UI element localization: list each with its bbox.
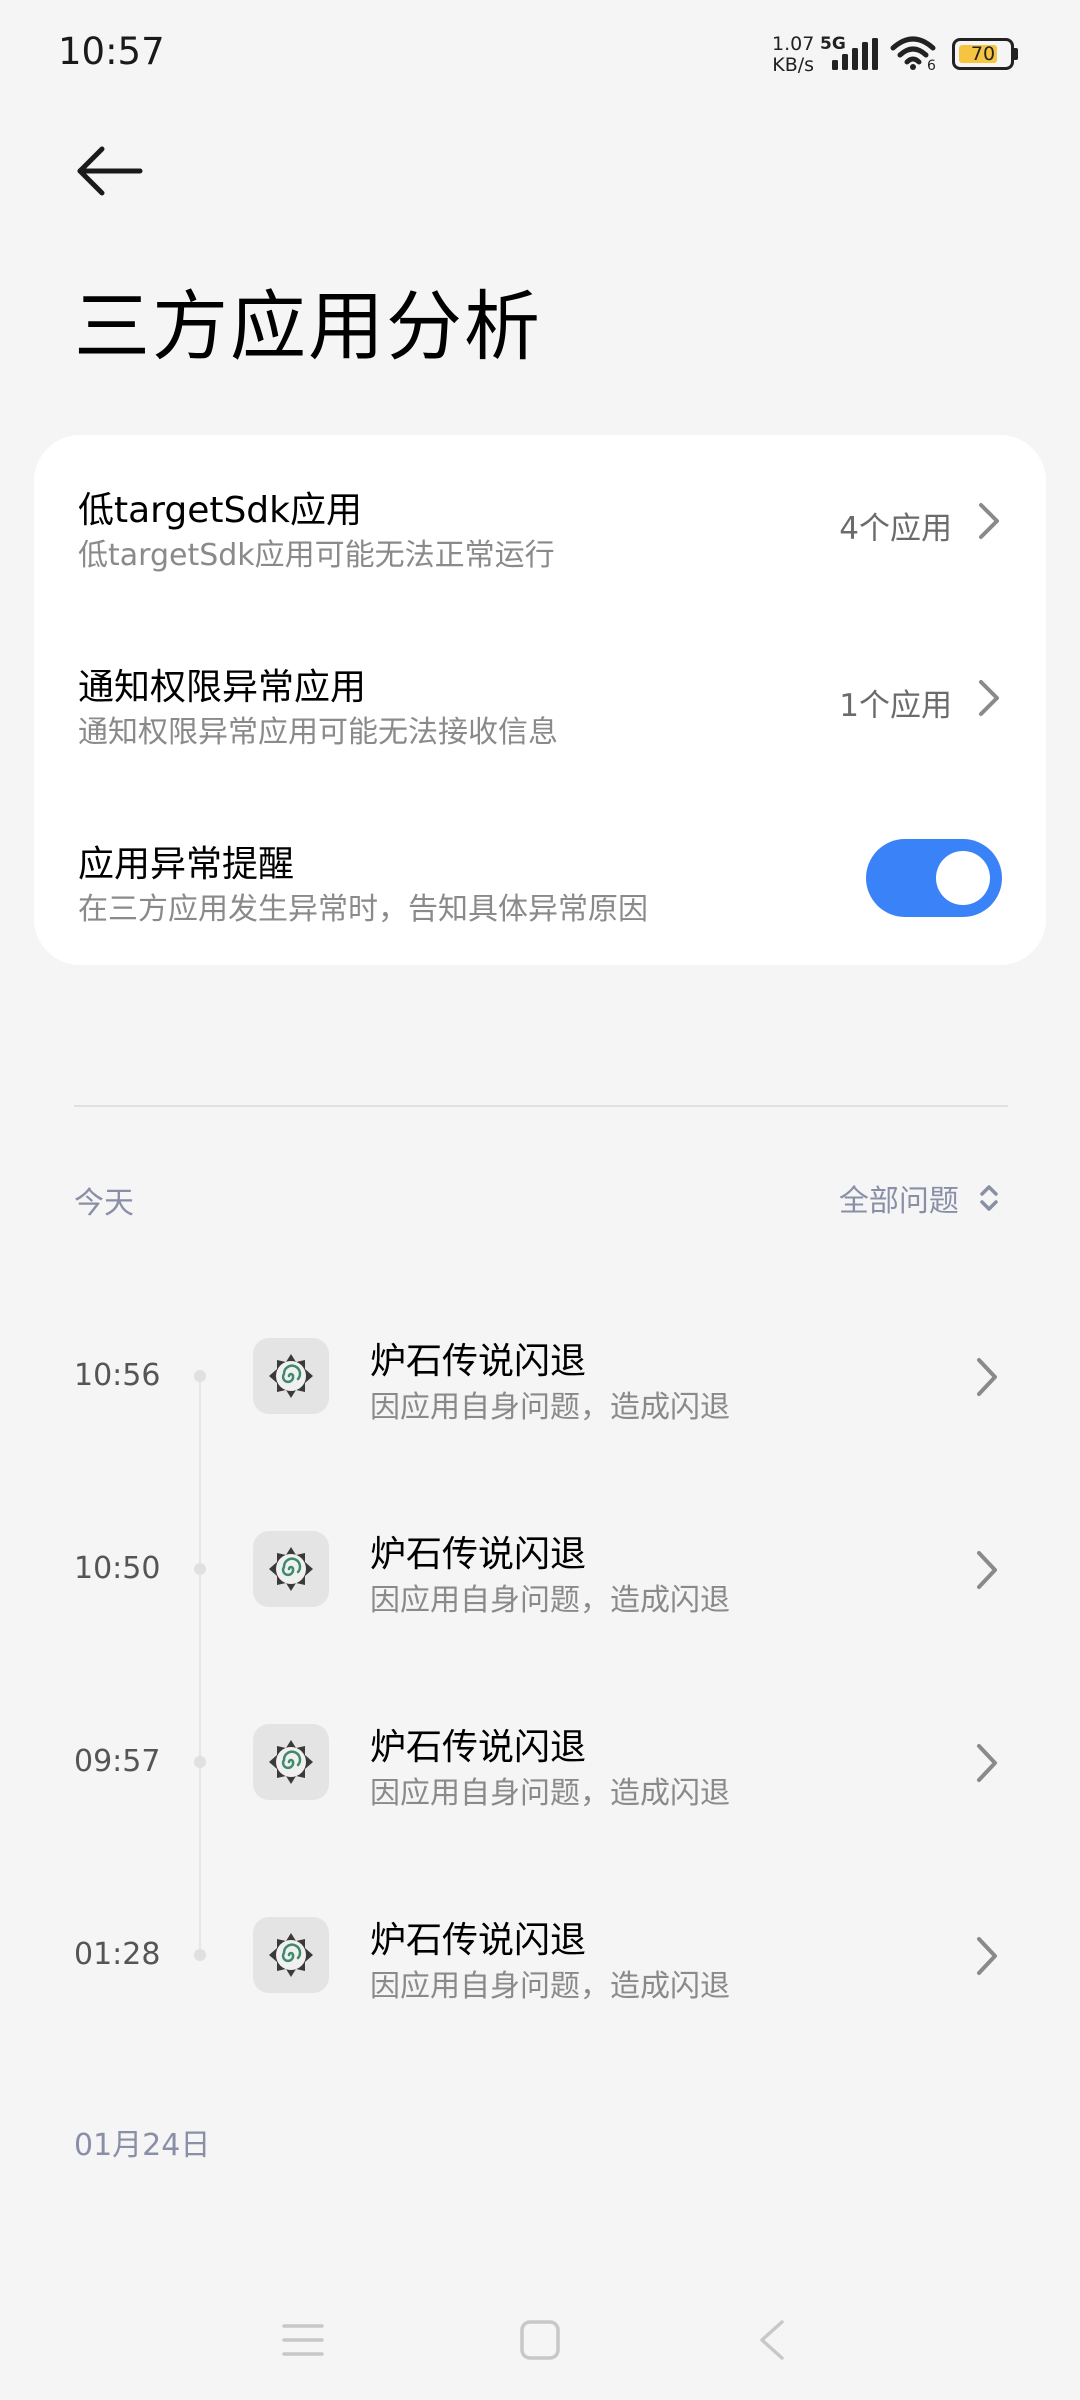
section-label-date: 01月24日	[74, 2128, 211, 2163]
entry-subtitle: 因应用自身问题，造成闪退	[370, 1583, 730, 1618]
page-title: 三方应用分析	[74, 282, 542, 371]
back-button[interactable]	[64, 136, 154, 206]
row-subtitle: 在三方应用发生异常时，告知具体异常原因	[78, 892, 648, 927]
crash-entry[interactable]: 09:57 炉石传说闪退 因应用自身问题，造成闪退	[0, 1694, 1080, 1844]
network-speed-value: 1.07	[772, 33, 815, 55]
hearthstone-app-icon	[253, 1724, 329, 1800]
row-value: 4个应用	[839, 511, 952, 547]
entry-time: 01:28	[74, 1937, 161, 1972]
row-title: 应用异常提醒	[78, 844, 295, 885]
entry-title: 炉石传说闪退	[370, 1727, 587, 1768]
battery-shell: 70	[952, 38, 1014, 70]
signal-icon	[832, 38, 878, 70]
row-subtitle: 通知权限异常应用可能无法接收信息	[78, 715, 558, 750]
arrow-left-icon	[77, 146, 143, 196]
row-title: 低targetSdk应用	[78, 490, 363, 531]
sort-updown-icon	[980, 1185, 998, 1211]
timeline-dot	[194, 1949, 206, 1961]
row-title: 通知权限异常应用	[78, 667, 367, 708]
crash-entry[interactable]: 01:28 炉石传说闪退 因应用自身问题，造成闪退	[0, 1887, 1080, 2037]
entry-time: 09:57	[74, 1744, 161, 1779]
chevron-right-icon	[977, 1937, 997, 1975]
low-targetsdk-row[interactable]: 低targetSdk应用 低targetSdk应用可能无法正常运行 4个应用	[34, 435, 1046, 605]
hearthstone-app-icon	[253, 1917, 329, 1993]
home-icon[interactable]	[519, 2318, 561, 2362]
entry-time: 10:50	[74, 1551, 161, 1586]
row-value: 1个应用	[839, 688, 952, 724]
timeline-dot	[194, 1370, 206, 1382]
battery-icon: 70	[952, 38, 1018, 70]
hearthstone-app-icon	[253, 1338, 329, 1414]
battery-tip	[1014, 48, 1018, 60]
chevron-right-icon	[977, 1551, 997, 1589]
issue-filter-button[interactable]: 全部问题	[838, 1176, 1000, 1219]
entry-title: 炉石传说闪退	[370, 1534, 587, 1575]
chevron-right-icon	[977, 1744, 997, 1782]
network-speed-unit: KB/s	[772, 54, 815, 76]
filter-label: 全部问题	[838, 1184, 959, 1219]
wifi-generation: 6	[927, 58, 936, 74]
crash-entry[interactable]: 10:50 炉石传说闪退 因应用自身问题，造成闪退	[0, 1501, 1080, 1651]
divider	[74, 1105, 1008, 1107]
toggle-knob	[936, 851, 990, 905]
system-nav-bar	[0, 2300, 1080, 2400]
entry-title: 炉石传说闪退	[370, 1920, 587, 1961]
section-label-today: 今天	[74, 1186, 134, 1221]
status-time: 10:57	[58, 30, 165, 73]
menu-icon[interactable]	[282, 2320, 324, 2360]
timeline-line	[199, 1378, 201, 1953]
chevron-right-icon	[977, 1358, 997, 1396]
entry-subtitle: 因应用自身问题，造成闪退	[370, 1776, 730, 1811]
entry-time: 10:56	[74, 1358, 161, 1393]
battery-level: 70	[970, 43, 996, 65]
hearthstone-app-icon	[253, 1531, 329, 1607]
notification-permission-row[interactable]: 通知权限异常应用 通知权限异常应用可能无法接收信息 1个应用	[34, 612, 1046, 782]
row-subtitle: 低targetSdk应用可能无法正常运行	[78, 538, 555, 573]
entry-subtitle: 因应用自身问题，造成闪退	[370, 1390, 730, 1425]
back-nav-icon[interactable]	[756, 2318, 786, 2362]
app-analysis-page: 10:57 1.07 KB/s 5G 6 70 三方应用分析 低targetSd…	[0, 0, 1080, 2400]
network-speed: 1.07 KB/s	[772, 34, 814, 76]
entry-title: 炉石传说闪退	[370, 1341, 587, 1382]
chevron-right-icon	[979, 680, 999, 716]
entry-subtitle: 因应用自身问题，造成闪退	[370, 1969, 730, 2004]
crash-entry[interactable]: 10:56 炉石传说闪退 因应用自身问题，造成闪退	[0, 1308, 1080, 1458]
chevron-right-icon	[979, 503, 999, 539]
status-bar: 10:57 1.07 KB/s 5G 6 70	[0, 0, 1080, 110]
timeline-dot	[194, 1756, 206, 1768]
timeline-dot	[194, 1563, 206, 1575]
exception-alert-toggle[interactable]	[866, 839, 1002, 917]
settings-card: 低targetSdk应用 低targetSdk应用可能无法正常运行 4个应用 通…	[34, 435, 1046, 965]
